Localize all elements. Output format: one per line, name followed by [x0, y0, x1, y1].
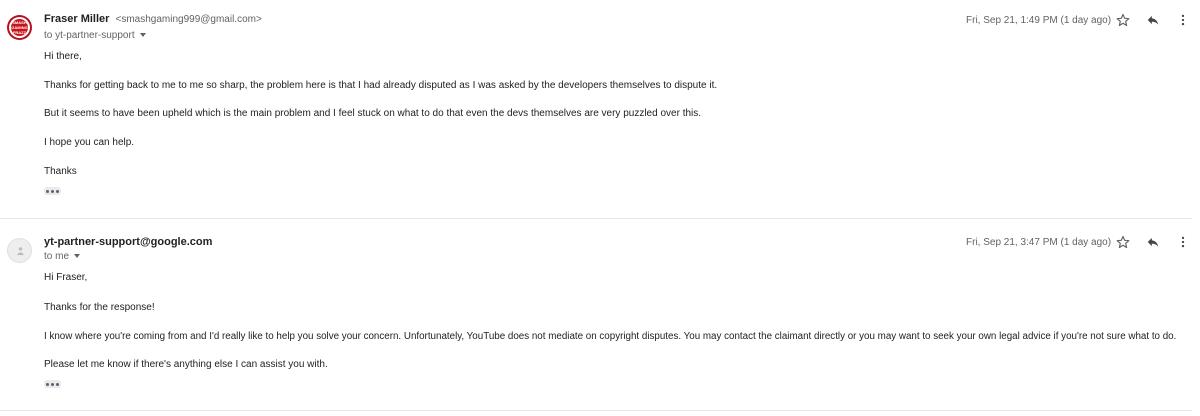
reply-icon — [1147, 237, 1159, 247]
star-icon — [1116, 235, 1130, 249]
sender-avatar[interactable] — [7, 238, 32, 263]
message-line: Please let me know if there's anything e… — [44, 359, 328, 370]
reply-button[interactable] — [1145, 234, 1161, 250]
message-line: I know where you're coming from and I'd … — [44, 331, 1177, 342]
more-vert-icon — [1181, 236, 1185, 248]
message-date: Fri, Sep 21, 3:47 PM (1 day ago) — [966, 237, 1112, 248]
recipient-details-toggle[interactable]: to me — [44, 251, 81, 262]
show-trimmed-content-button[interactable] — [44, 380, 61, 388]
email-message-2: yt-partner-support@google.com to me Fri,… — [0, 0, 1200, 416]
default-avatar-icon — [17, 247, 24, 256]
message-line: Thanks for the response! — [44, 302, 155, 313]
chevron-down-icon — [74, 254, 81, 259]
message-line: Hi Fraser, — [44, 272, 88, 283]
sender-name[interactable]: yt-partner-support@google.com — [44, 236, 212, 248]
star-button[interactable] — [1115, 234, 1131, 250]
recipient-line: to me — [44, 251, 70, 262]
more-options-button[interactable] — [1175, 234, 1191, 250]
sender-header: yt-partner-support@google.com — [44, 236, 212, 248]
message-divider — [0, 410, 1192, 411]
